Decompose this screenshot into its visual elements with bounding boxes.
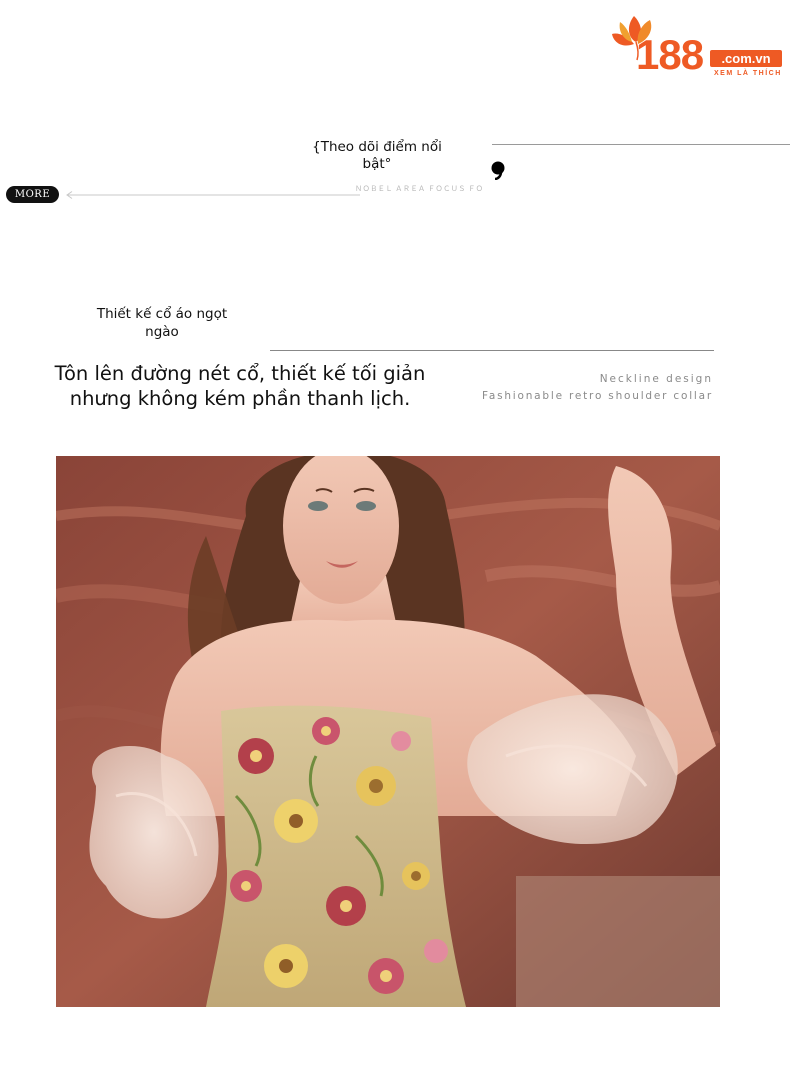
- photo-illustration: [56, 456, 720, 1007]
- logo-number: 188: [636, 31, 704, 78]
- comma-dot-icon: [491, 161, 505, 180]
- faded-subtitle: ＮＯＢＥＬ ＡＲＥＡ ＦＯＣＵＳ ＦＯＬＬＯＷ ＮＯ: [355, 184, 484, 193]
- divider-line: [492, 144, 790, 145]
- section-headline: Tôn lên đường nét cổ, thiết kế tối giản …: [54, 362, 426, 410]
- section-title: Thiết kế cổ áo ngọt ngào: [96, 306, 228, 340]
- english-label-collar: Fashionable retro shoulder collar: [481, 390, 713, 402]
- follow-highlights-title: {Theo dõi điểm nổi bật°: [312, 139, 442, 172]
- section-divider: [270, 350, 714, 351]
- logo-domain: .com.vn: [710, 50, 782, 67]
- model-photo: [56, 456, 720, 1007]
- brand-logo[interactable]: 188 .com.vn XEM LÀ THÍCH: [606, 12, 786, 84]
- logo-tagline: XEM LÀ THÍCH: [714, 70, 782, 77]
- arrow-left-icon: [66, 191, 360, 199]
- more-button[interactable]: MORE: [6, 186, 59, 203]
- english-label-neckline: Neckline design: [599, 373, 713, 385]
